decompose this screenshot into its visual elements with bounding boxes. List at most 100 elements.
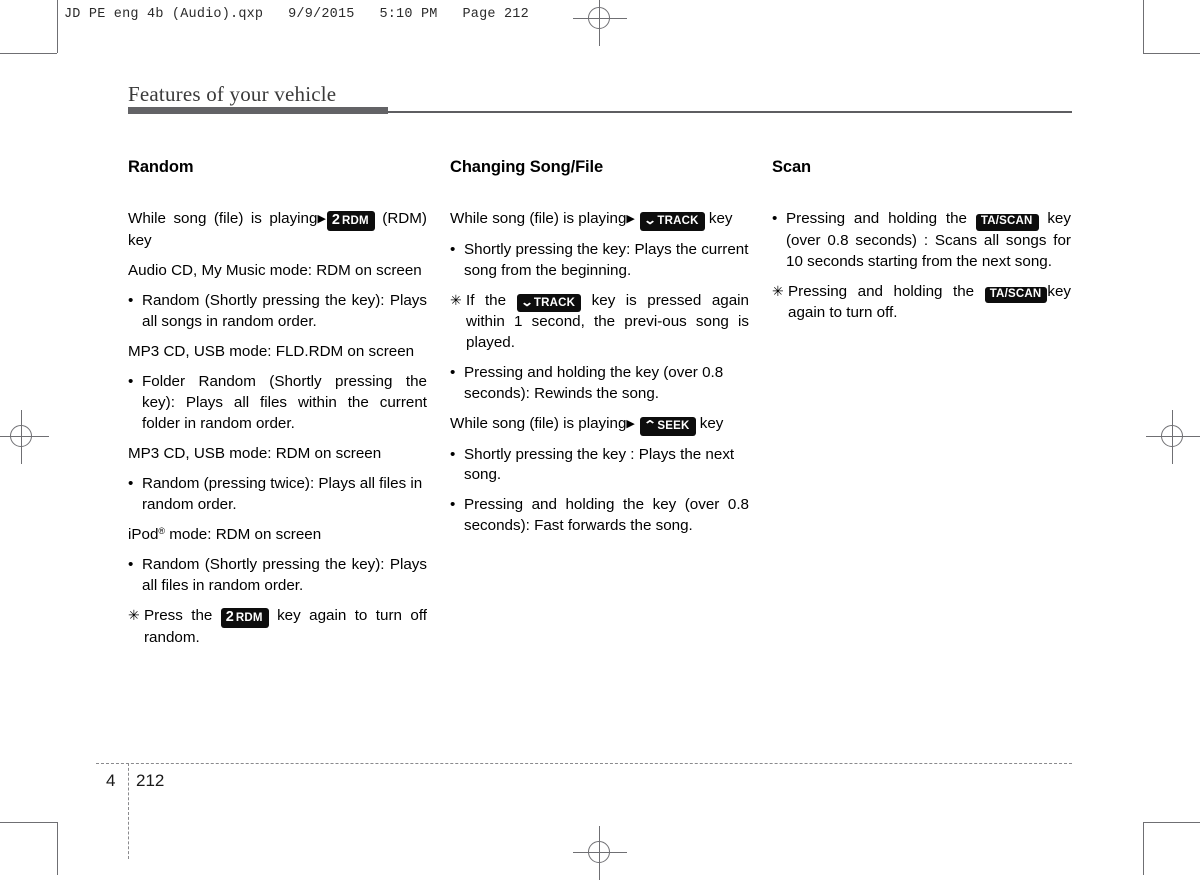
random-audiocd-mode: Audio CD, My Music mode: RDM on screen	[128, 262, 422, 280]
key-badge-rdm: 2 RDM	[326, 211, 375, 232]
track-previous-song-note: If the ⌄TRACK key is pressed again withi…	[466, 291, 749, 355]
key-badge-tascan-label: TA/SCAN	[980, 215, 1033, 227]
random-intro-text-before: While song (file) is playing	[128, 210, 318, 227]
seek-intro-paragraph: While song (file) is playing▶ ⌃SEEK key	[450, 414, 749, 436]
crop-mark-top-right-vertical	[1143, 0, 1144, 53]
key-badge-rdm: 2 RDM	[220, 607, 269, 628]
key-badge-rdm-label: RDM	[342, 215, 369, 227]
random-folder-detail: Folder Random (Shortly pressing the key)…	[142, 372, 427, 432]
footer-rule-vertical	[128, 763, 129, 859]
track-note-text-after: key is pressed again within 1 second, th…	[466, 291, 749, 352]
registration-crosshair-vertical	[1172, 410, 1173, 464]
random-turn-off-note: Press the 2 RDM key again to turn off ran…	[144, 606, 427, 649]
key-badge-rdm-number: 2	[225, 608, 234, 625]
column-random: Random While song (file) is playing▶ 2 RDM…	[128, 158, 427, 658]
crop-mark-bottom-left-vertical	[57, 822, 58, 875]
registration-mark-top	[573, 0, 627, 46]
key-badge-seek: ⌃SEEK	[640, 416, 696, 436]
section-title-scan: Scan	[772, 158, 812, 176]
registration-crosshair-vertical	[21, 410, 22, 464]
scan-note-text-before: Pressing and holding the	[788, 282, 975, 300]
list-item: • Folder Random (Shortly pressing the ke…	[128, 372, 427, 435]
arrow-icon: ▶	[626, 417, 635, 430]
note-item: ✳ If the ⌄TRACK key is pressed again wit…	[450, 291, 749, 355]
chevron-down-icon: ⌄	[519, 294, 534, 309]
crop-mark-top-left-vertical	[57, 0, 58, 53]
content-columns: Random While song (file) is playing▶ 2 RDM…	[128, 158, 1072, 658]
list-item: • Pressing and holding the TA/SCAN key (…	[772, 209, 1071, 273]
arrow-icon: ▶	[626, 213, 635, 225]
bullet-icon: •	[450, 364, 456, 381]
random-pressing-twice-detail: Random (pressing twice): Plays all files…	[142, 474, 423, 513]
key-badge-track: ⌄TRACK	[516, 293, 582, 313]
bullet-icon: •	[450, 240, 456, 258]
random-ipod-text-after: mode: RDM on screen	[165, 525, 322, 543]
random-mp3-rdm-mode: MP3 CD, USB mode: RDM on screen	[128, 444, 382, 462]
track-hold-rewind-detail: Pressing and holding the key (over 0.8 s…	[464, 364, 724, 402]
header-rule-thick	[128, 107, 388, 114]
registration-crosshair-vertical	[599, 0, 600, 46]
key-badge-tascan: TA/SCAN	[975, 214, 1039, 231]
crop-mark-top-left-horizontal	[0, 53, 57, 54]
track-short-press-detail: Shortly pressing the key: Plays the curr…	[464, 240, 749, 279]
seek-intro-text-before: While song (file) is playing	[450, 414, 627, 432]
crop-mark-bottom-right-vertical	[1143, 822, 1144, 875]
registration-mark-right	[1146, 410, 1200, 464]
note-item: ✳ Press the 2 RDM key again to turn off r…	[128, 606, 427, 649]
seek-hold-fastforward-detail: Pressing and holding the key (over 0.8 s…	[464, 496, 749, 535]
bullet-icon: •	[450, 496, 456, 514]
key-badge-tascan: TA/SCAN	[984, 286, 1048, 304]
list-item: • Pressing and holding the key (over 0.8…	[450, 363, 749, 405]
crop-mark-bottom-left-horizontal	[0, 822, 57, 823]
registration-mark-bottom	[573, 826, 627, 880]
section-title-random: Random	[128, 158, 194, 176]
track-note-text-before: If the	[466, 291, 507, 309]
seek-intro-text-after: key	[699, 414, 724, 432]
list-item: • Random (Shortly pressing the key): Pla…	[128, 555, 427, 597]
footer-page-number: 212	[136, 771, 165, 790]
key-badge-tascan-label: TA/SCAN	[989, 287, 1042, 300]
bullet-icon: •	[128, 555, 134, 573]
section-title-changing-song-file: Changing Song/File	[450, 158, 604, 176]
key-badge-rdm-number: 2	[331, 212, 340, 228]
note-asterisk-icon: ✳	[450, 291, 462, 308]
key-badge-track-label: TRACK	[657, 215, 699, 227]
chevron-down-icon: ⌄	[643, 213, 658, 227]
registration-crosshair-horizontal	[573, 18, 627, 19]
list-item: • Shortly pressing the key: Plays the cu…	[450, 240, 749, 282]
key-badge-track: ⌄TRACK	[640, 212, 705, 231]
registration-mark-left	[0, 410, 49, 464]
scan-turn-off-note: Pressing and holding the TA/SCAN key agai…	[788, 282, 1071, 325]
track-intro-paragraph: While song (file) is playing▶ ⌄TRACK key	[450, 209, 749, 231]
header-rule-thin	[388, 111, 1072, 113]
page-title: Features of your vehicle	[128, 82, 337, 106]
registration-crosshair-vertical	[599, 826, 600, 880]
key-badge-rdm-label: RDM	[235, 611, 263, 624]
bullet-icon: •	[128, 292, 134, 310]
random-note-text-before: Press the	[144, 606, 213, 624]
note-item: ✳ Pressing and holding the TA/SCAN key ag…	[772, 282, 1071, 325]
random-ipod-detail: Random (Shortly pressing the key): Plays…	[142, 555, 427, 594]
crop-mark-bottom-right-horizontal	[1143, 822, 1200, 823]
random-mp3-flddrm-mode: MP3 CD, USB mode: FLD.RDM on screen	[128, 342, 415, 360]
list-item: • Random (pressing twice): Plays all fil…	[128, 474, 427, 516]
footer-chapter-number: 4	[106, 771, 116, 790]
bullet-icon: •	[772, 210, 778, 227]
scan-text-before: Pressing and holding the	[786, 210, 967, 227]
chevron-up-icon: ⌃	[643, 417, 658, 432]
list-item: • Shortly pressing the key : Plays the n…	[450, 445, 749, 487]
list-item: • Random (Shortly pressing the key): Pla…	[128, 291, 427, 333]
note-asterisk-icon: ✳	[128, 606, 140, 623]
random-ipod-text-before: iPod	[128, 525, 159, 543]
crop-mark-top-right-horizontal	[1143, 53, 1200, 54]
scan-hold-detail: Pressing and holding the TA/SCAN key (ov…	[786, 209, 1071, 273]
column-scan: Scan • Pressing and holding the TA/SCAN …	[772, 158, 1071, 658]
track-intro-text-before: While song (file) is playing	[450, 210, 627, 227]
seek-short-press-detail: Shortly pressing the key : Plays the nex…	[464, 445, 735, 484]
bullet-icon: •	[128, 372, 134, 390]
registration-crosshair-horizontal	[573, 852, 627, 853]
arrow-icon: ▶	[317, 213, 326, 225]
random-ipod-mode: iPod® mode: RDM on screen	[128, 525, 427, 546]
registration-crosshair-horizontal	[0, 436, 49, 437]
print-header-text: JD PE eng 4b (Audio).qxp 9/9/2015 5:10 P…	[64, 7, 529, 22]
